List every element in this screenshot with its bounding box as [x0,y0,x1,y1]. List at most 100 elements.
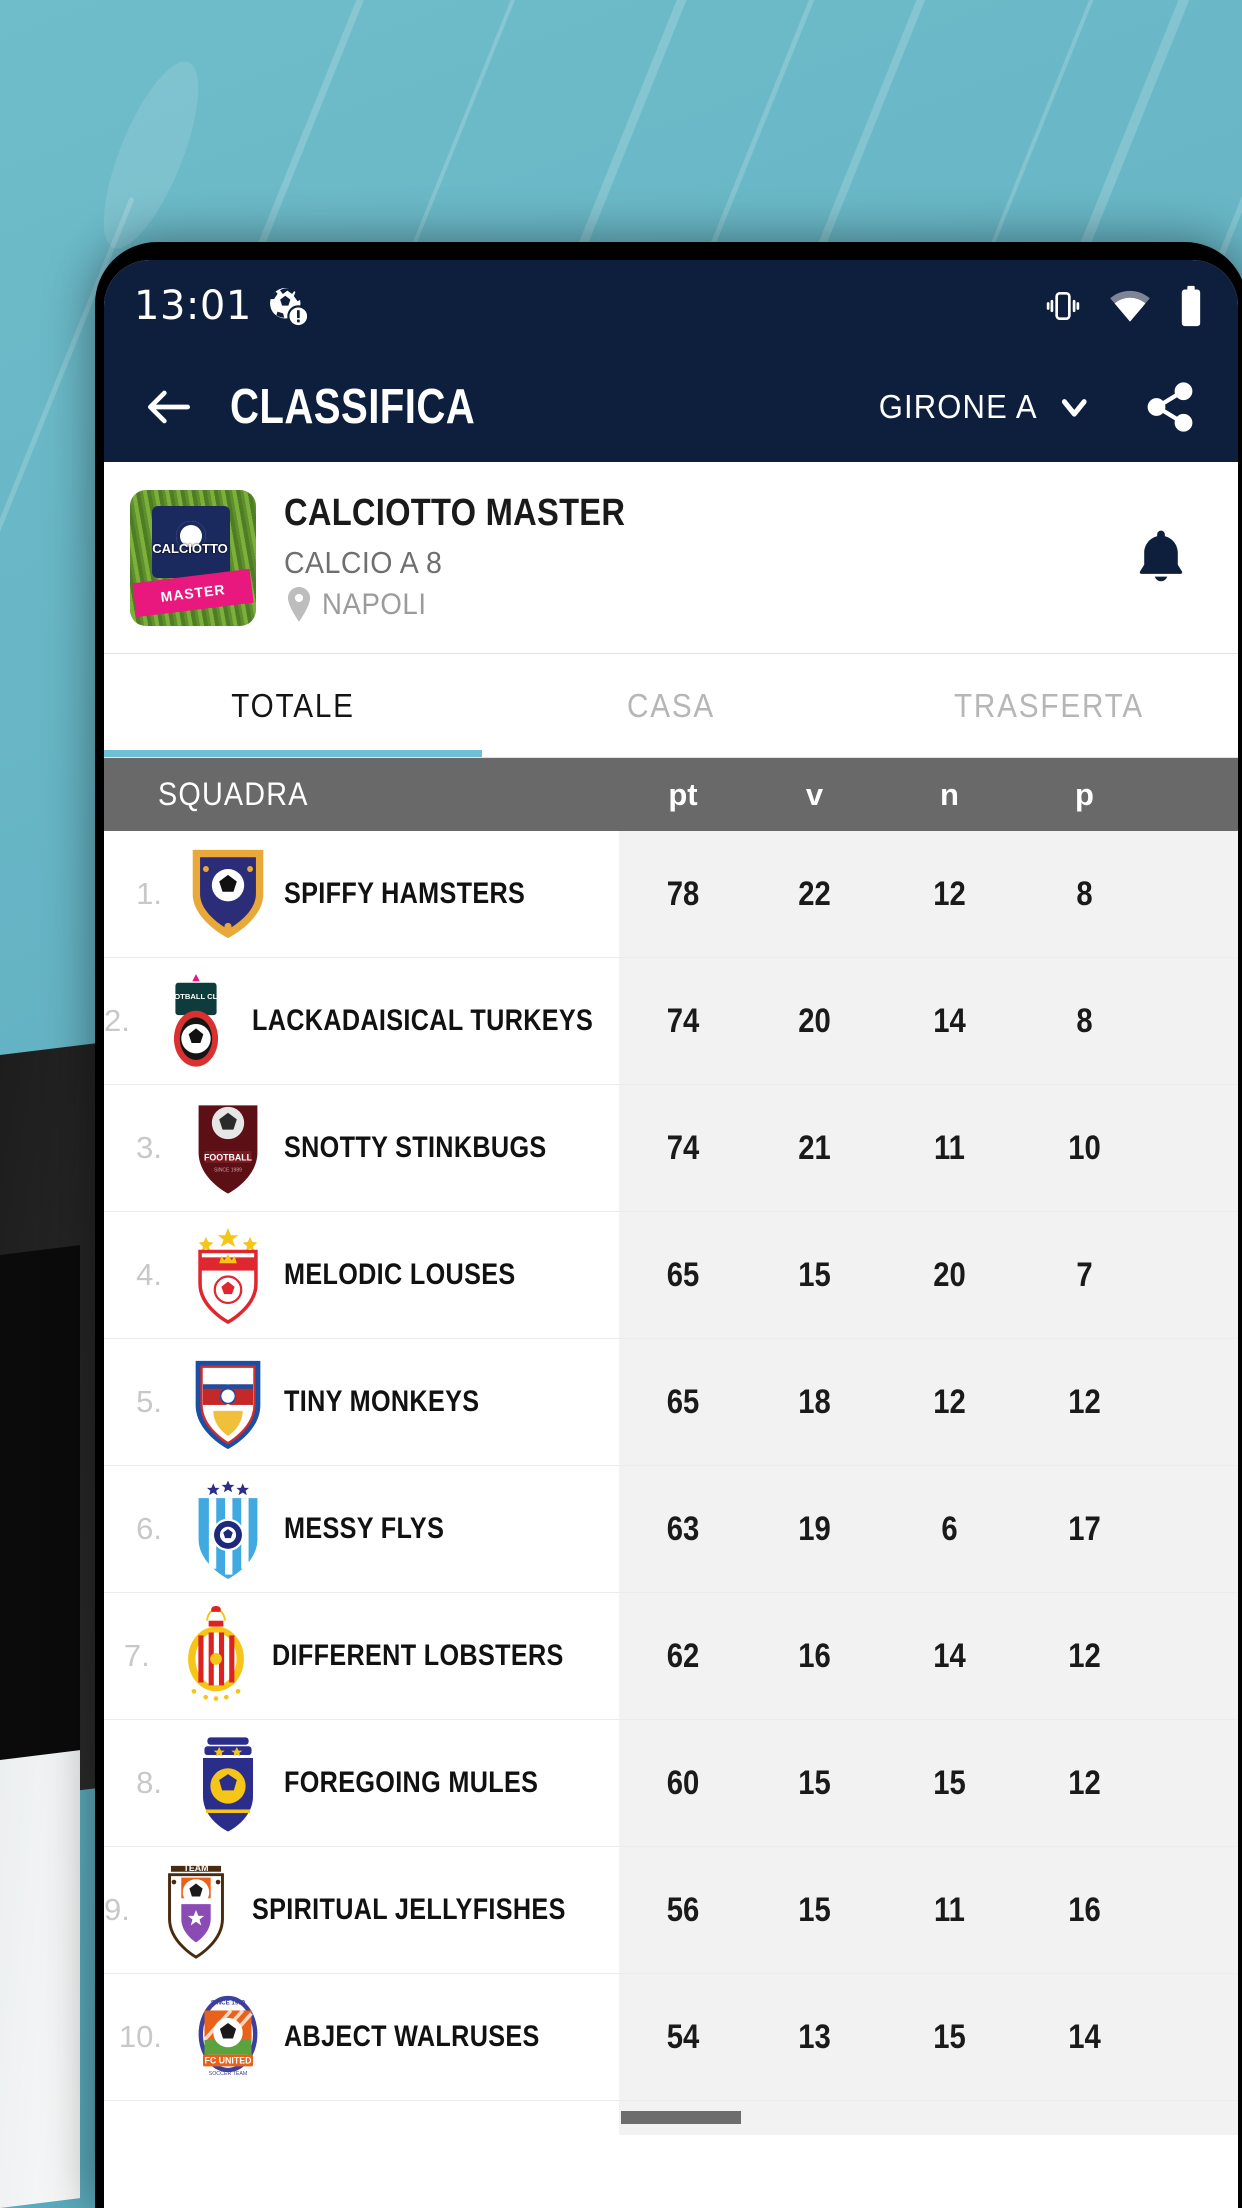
row-stats-cells: 56 15 11 16 [619,1847,1238,1973]
league-city: NAPOLI [322,588,427,621]
stat-n: 15 [933,2017,966,2056]
column-header-p: p [1075,776,1094,812]
stat-p: 12 [1068,1382,1101,1421]
crest-teal-red-football-club: FOOTBALL CLUB [150,971,242,1071]
stat-v: 22 [798,874,831,913]
crest-navy-yellow-star [182,1733,274,1833]
row-stats-cells: 74 21 11 10 [619,1085,1238,1211]
tab-trasferta[interactable]: TRASFERTA [879,654,1219,757]
horizontal-scroll-area[interactable] [104,2101,1238,2135]
svg-text:SINCE 1989: SINCE 1989 [214,1168,242,1174]
wifi-icon [1108,284,1152,328]
table-row[interactable]: 5. TINY MONKEYS 65 18 12 12 [104,1339,1238,1466]
league-type: CALCIO A 8 [284,545,443,580]
share-button[interactable] [1130,367,1210,447]
tab-casa[interactable]: CASA [501,654,841,757]
stat-v: 19 [798,1509,831,1548]
stat-v: 20 [798,1001,831,1040]
phone-screen: 13:01 CLASSIFICA GIRONE A CALCIOTTO MAST… [104,260,1238,2208]
notifications-bell-button[interactable] [1118,515,1204,601]
horizontal-scrollbar-track[interactable] [619,2101,1238,2135]
group-selector-dropdown[interactable]: GIRONE A [879,386,1094,428]
team-rank: 4. [136,1257,162,1292]
stat-pt: 74 [666,1001,700,1040]
tab-totale[interactable]: TOTALE [123,654,463,757]
back-arrow-icon[interactable] [138,376,200,438]
crest-gold-red-stripes-oval [170,1606,262,1706]
adjacent-device-surface [0,1750,80,2208]
team-rank: 6. [136,1511,162,1546]
team-name: SNOTTY STINKBUGS [284,1131,547,1164]
stat-pt: 54 [666,2017,700,2056]
stat-pt: 63 [666,1509,700,1548]
stat-pt: 65 [666,1382,700,1421]
row-team-cell: 3. FOOTBALL SINCE 1989 SNOTTY STINKBUGS [104,1085,619,1211]
row-stats-cells: 60 15 15 12 [619,1720,1238,1846]
row-team-cell: 8. FOREGOING MULES [104,1720,619,1846]
team-rank: 3. [136,1130,162,1165]
status-bar: 13:01 [104,260,1238,352]
crest-sky-blue-stripes [182,1479,274,1579]
table-row[interactable]: 8. FOREGOING MULES 60 15 15 12 [104,1720,1238,1847]
standings-tabs: TOTALE CASA TRASFERTA [104,654,1238,758]
map-pin-icon [284,587,314,623]
group-selector-label: GIRONE A [878,388,1038,425]
crest-navy-gold-shield [182,844,274,944]
league-logo: CALCIOTTO MASTER [130,489,256,626]
row-team-cell: 6. MESSY FLYS [104,1466,619,1592]
column-header-v: v [805,776,824,812]
team-name: SPIRITUAL JELLYFISHES [251,1893,566,1926]
table-row[interactable]: 4. MELODIC LOUSES 65 15 20 7 [104,1212,1238,1339]
league-location: NAPOLI [284,587,1118,623]
stat-p: 17 [1068,1509,1101,1548]
horizontal-scrollbar-thumb[interactable] [621,2111,741,2124]
league-header[interactable]: CALCIOTTO MASTER CALCIOTTO MASTER CALCIO… [104,462,1238,654]
column-header-n: n [940,776,959,812]
stat-n: 14 [933,1636,966,1675]
stat-p: 16 [1068,1890,1101,1929]
table-row[interactable]: 1. SPIFFY HAMSTERS 78 22 12 8 [104,831,1238,958]
row-team-cell: 7. DIFFERENT LOBSTERS [104,1593,619,1719]
team-name: LACKADAISICAL TURKEYS [251,1004,594,1037]
table-header-row: SQUADRA pt v n p [104,758,1238,831]
team-name: FOREGOING MULES [284,1766,539,1799]
table-row[interactable]: 2. FOOTBALL CLUB LACKADAISICAL TURKEYS 7… [104,958,1238,1085]
stat-pt: 74 [666,1128,700,1167]
table-row[interactable]: 6. MESSY FLYS 63 19 6 17 [104,1466,1238,1593]
team-rank: 10. [118,2019,162,2054]
row-team-cell: 1. SPIFFY HAMSTERS [104,831,619,957]
stat-v: 18 [798,1382,831,1421]
stat-p: 12 [1068,1763,1101,1802]
row-stats-cells: 54 13 15 14 [619,1974,1238,2100]
crest-blue-red-quarters [182,1352,274,1452]
bell-icon [1130,527,1192,589]
league-name: CALCIOTTO MASTER [284,492,626,534]
table-row[interactable]: 3. FOOTBALL SINCE 1989 SNOTTY STINKBUGS … [104,1085,1238,1212]
stat-v: 21 [798,1128,831,1167]
row-stats-cells: 74 20 14 8 [619,958,1238,1084]
stat-v: 15 [798,1763,831,1802]
table-row[interactable]: 10. SINCE 1969 FC UNITED SOCCER TEAM ABJ… [104,1974,1238,2101]
status-bar-right [1044,284,1204,328]
stat-n: 14 [933,1001,966,1040]
stat-p: 14 [1068,2017,1101,2056]
row-stats-cells: 78 22 12 8 [619,831,1238,957]
stat-p: 8 [1076,874,1093,913]
stat-v: 15 [798,1255,831,1294]
logo-ribbon: MASTER [132,568,254,617]
table-row[interactable]: 9. TEAM SPIRITUAL JELLYFISHES 56 15 11 1… [104,1847,1238,1974]
team-name: DIFFERENT LOBSTERS [271,1639,564,1672]
svg-text:SOCCER TEAM: SOCCER TEAM [209,2071,248,2077]
stat-n: 12 [933,1382,966,1421]
chevron-down-icon [1055,386,1094,428]
stat-pt: 65 [666,1255,700,1294]
status-bar-clock: 13:01 [134,283,252,329]
crest-orange-purple-team: TEAM [150,1860,242,1960]
stat-p: 7 [1076,1255,1093,1294]
table-row[interactable]: 7. DIFFERENT LOBSTERS 62 16 14 12 [104,1593,1238,1720]
row-team-cell: 9. TEAM SPIRITUAL JELLYFISHES [104,1847,619,1973]
team-name: MESSY FLYS [284,1512,445,1545]
share-icon [1143,380,1197,434]
row-team-cell: 10. SINCE 1969 FC UNITED SOCCER TEAM ABJ… [104,1974,619,2100]
column-header-team: SQUADRA [158,776,309,812]
